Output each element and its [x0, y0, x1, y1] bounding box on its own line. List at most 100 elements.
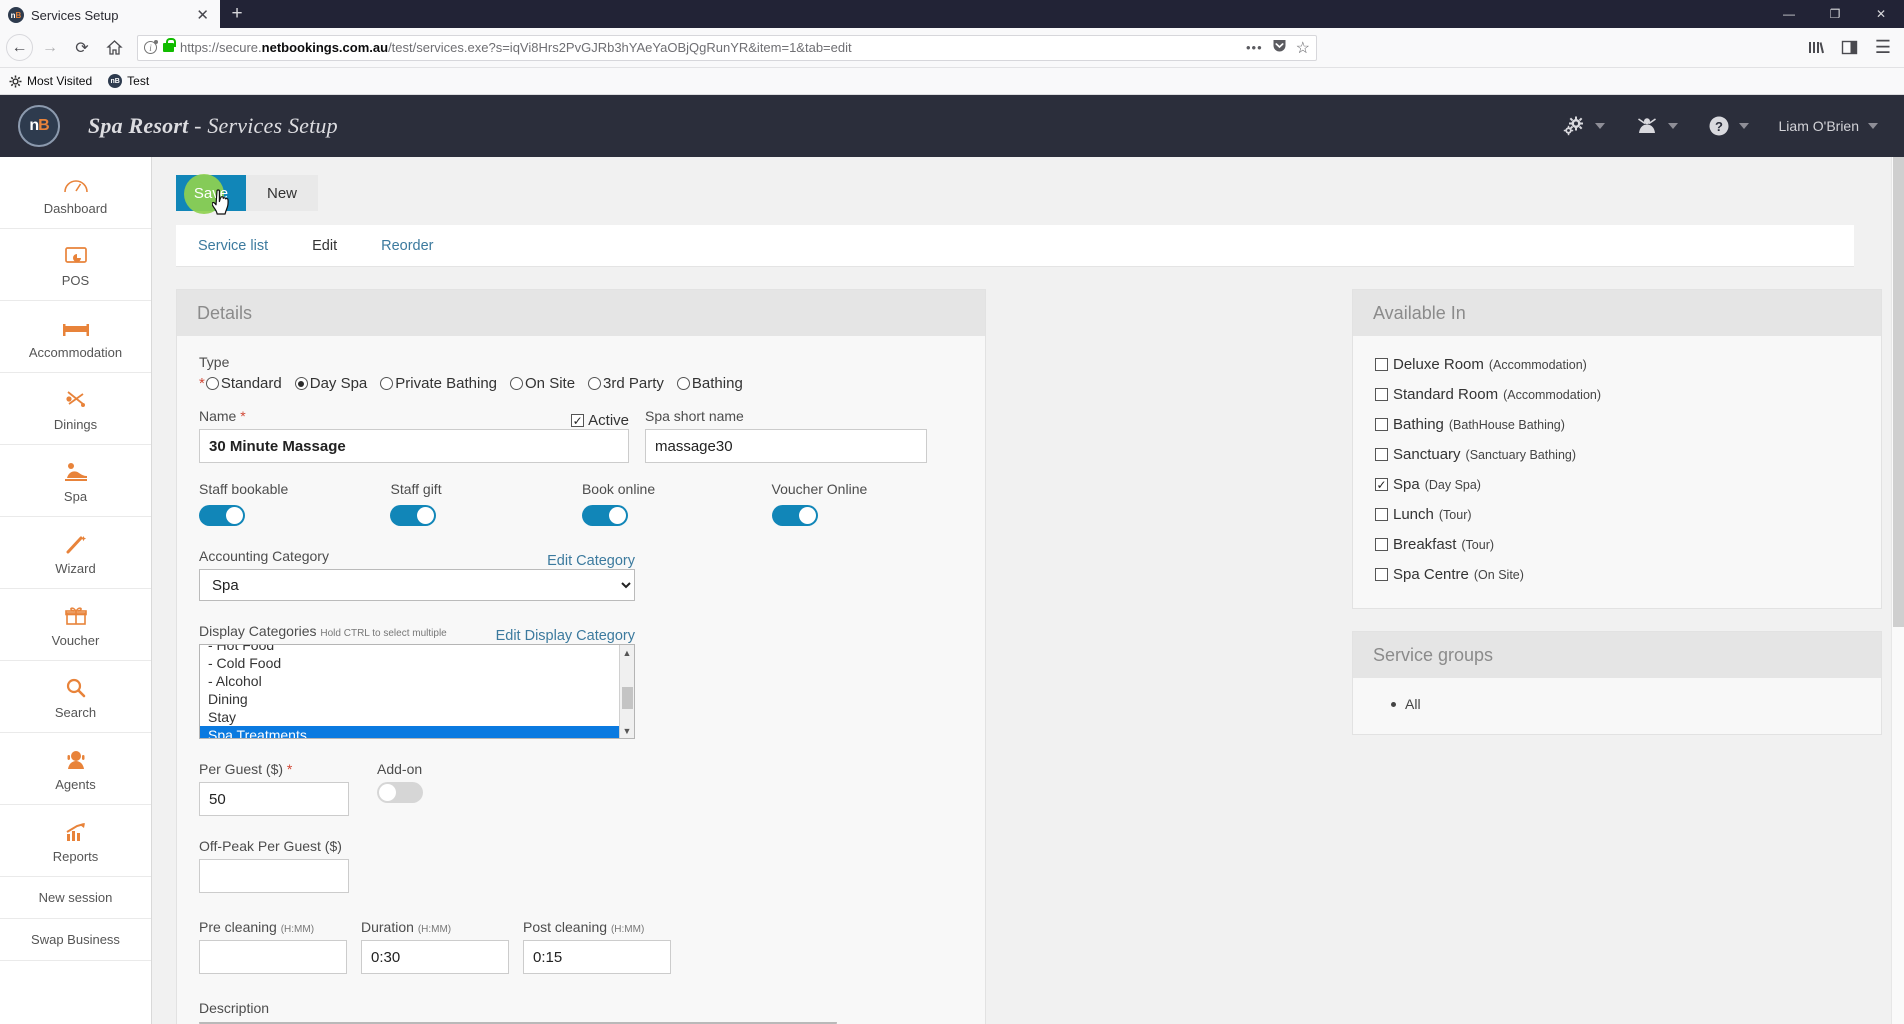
sidebar-item-swap-business[interactable]: Swap Business — [0, 919, 151, 961]
book-online-toggle[interactable] — [581, 505, 628, 526]
save-button[interactable]: Save — [176, 174, 246, 215]
name-input[interactable] — [199, 429, 629, 463]
pre-cleaning-label: Pre cleaning (H:MM) — [199, 919, 315, 935]
scrollbar-thumb[interactable] — [622, 687, 633, 709]
list-item[interactable]: Dining — [200, 690, 634, 708]
sidebar-item-agents[interactable]: Agents — [0, 733, 151, 805]
pocket-icon[interactable] — [1272, 38, 1287, 58]
per-guest-input[interactable] — [199, 782, 349, 816]
chevron-up-icon[interactable]: ▲ — [623, 645, 632, 660]
window-close-icon[interactable]: ✕ — [1858, 0, 1904, 28]
bookmarks-bar: Most Visited nB Test — [0, 68, 1904, 95]
address-bar[interactable]: i https://secure.netbookings.com.au/test… — [137, 34, 1317, 61]
list-item[interactable]: - Alcohol — [200, 672, 634, 690]
sidebar-item-spa[interactable]: Spa — [0, 445, 151, 517]
maximize-icon[interactable]: ❐ — [1812, 0, 1858, 28]
bookmark-test[interactable]: nB Test — [108, 74, 149, 88]
browser-navbar: ← → ⟳ i https://secure.netbookings.com.a… — [0, 28, 1904, 68]
listbox-scrollbar[interactable]: ▲ ▼ — [619, 645, 634, 738]
edit-display-category-link[interactable]: Edit Display Category — [496, 628, 635, 644]
sidebar-icon[interactable] — [1834, 33, 1864, 63]
avail-breakfast[interactable]: Breakfast (Tour) — [1375, 536, 1859, 553]
post-cleaning-input[interactable] — [523, 940, 671, 974]
sidebar-item-dashboard[interactable]: Dashboard — [0, 157, 151, 229]
more-actions-icon[interactable]: ••• — [1246, 40, 1263, 55]
list-item-selected[interactable]: Spa Treatments — [200, 726, 634, 738]
list-item[interactable]: - Hot Food — [200, 645, 634, 654]
avail-standard-room[interactable]: Standard Room (Accommodation) — [1375, 386, 1859, 403]
checkbox-icon — [1375, 388, 1388, 401]
sidebar-item-voucher[interactable]: Voucher — [0, 589, 151, 661]
list-item[interactable]: - Cold Food — [200, 654, 634, 672]
radio-on-site[interactable]: On Site — [510, 375, 575, 392]
radio-private-bathing[interactable]: Private Bathing — [380, 375, 497, 392]
forward-icon[interactable]: → — [35, 33, 65, 63]
staff-menu[interactable] — [1635, 115, 1678, 137]
addon-label: Add-on — [377, 761, 423, 777]
radio-day-spa[interactable]: Day Spa — [294, 375, 367, 392]
radio-bathing[interactable]: Bathing — [676, 375, 743, 392]
offpeak-row: Off-Peak Per Guest ($) — [199, 838, 963, 893]
radio-standard[interactable]: Standard — [205, 375, 282, 392]
avail-sanctuary[interactable]: Sanctuary (Sanctuary Bathing) — [1375, 446, 1859, 463]
short-name-input[interactable] — [645, 429, 927, 463]
accounting-category-select[interactable]: Spa — [199, 569, 635, 601]
avail-spa-centre[interactable]: Spa Centre (On Site) — [1375, 566, 1859, 583]
user-menu[interactable]: Liam O'Brien — [1779, 118, 1878, 134]
duration-input[interactable] — [361, 940, 509, 974]
avail-sub: (On Site) — [1473, 567, 1524, 582]
page-scrollbar[interactable] — [1891, 157, 1904, 1024]
details-panel-body: Type * Standard Day Spa Private Bathing … — [177, 336, 985, 1024]
staff-gift-toggle[interactable] — [390, 505, 437, 526]
addon-toggle[interactable] — [377, 782, 423, 803]
reload-icon[interactable]: ⟳ — [67, 33, 97, 63]
scrollbar-thumb[interactable] — [1893, 157, 1904, 627]
sidebar-item-search[interactable]: Search — [0, 661, 151, 733]
avail-sub: (Accommodation) — [1488, 357, 1587, 372]
sidebar-item-new-session[interactable]: New session — [0, 877, 151, 919]
tab-edit[interactable]: Edit — [290, 225, 359, 266]
sidebar-item-accommodation[interactable]: Accommodation — [0, 301, 151, 373]
sidebar-item-reports[interactable]: Reports — [0, 805, 151, 877]
edit-category-link[interactable]: Edit Category — [547, 553, 635, 569]
new-button[interactable]: New — [246, 175, 318, 211]
tab-service-list[interactable]: Service list — [176, 225, 290, 266]
app-body: Dashboard POS Accommodation Dinings Spa … — [0, 157, 1904, 1024]
avail-spa[interactable]: ✓ Spa (Day Spa) — [1375, 476, 1859, 493]
avail-deluxe-room[interactable]: Deluxe Room (Accommodation) — [1375, 356, 1859, 373]
chevron-down-icon[interactable]: ▼ — [623, 723, 632, 738]
sidebar-item-label: Voucher — [51, 633, 100, 648]
minimize-icon[interactable]: — — [1766, 0, 1812, 28]
sidebar-item-pos[interactable]: POS — [0, 229, 151, 301]
settings-menu[interactable] — [1562, 115, 1605, 137]
close-icon[interactable]: ✕ — [193, 8, 212, 23]
sidebar-item-dinings[interactable]: Dinings — [0, 373, 151, 445]
offpeak-label: Off-Peak Per Guest ($) — [199, 838, 342, 854]
browser-tab[interactable]: nB Services Setup ✕ — [0, 0, 220, 28]
user-icon — [1635, 115, 1659, 137]
list-item[interactable]: Stay — [200, 708, 634, 726]
home-icon[interactable] — [99, 33, 129, 63]
bookmark-most-visited[interactable]: Most Visited — [8, 74, 92, 88]
avail-bathing[interactable]: Bathing (BathHouse Bathing) — [1375, 416, 1859, 433]
display-categories-listbox[interactable]: - Hot Food - Cold Food - Alcohol Dining … — [199, 644, 635, 739]
help-menu[interactable]: ? — [1708, 115, 1749, 137]
back-icon[interactable]: ← — [6, 34, 33, 61]
pre-cleaning-input[interactable] — [199, 940, 347, 974]
voucher-online-toggle[interactable] — [771, 505, 818, 526]
tab-reorder[interactable]: Reorder — [359, 225, 455, 266]
book-online-label: Book online — [581, 481, 656, 497]
sidebar-item-wizard[interactable]: Wizard — [0, 517, 151, 589]
staff-bookable-toggle[interactable] — [199, 505, 245, 526]
library-icon[interactable] — [1800, 33, 1830, 63]
new-tab-button[interactable]: + — [220, 0, 254, 28]
page-info-icon[interactable]: i — [144, 40, 158, 54]
active-checkbox[interactable]: ✓ Active — [571, 412, 629, 429]
avail-label: Sanctuary — [1393, 446, 1461, 463]
avail-lunch[interactable]: Lunch (Tour) — [1375, 506, 1859, 523]
radio-3rd-party[interactable]: 3rd Party — [588, 375, 664, 392]
menu-icon[interactable]: ☰ — [1868, 33, 1898, 63]
offpeak-input[interactable] — [199, 859, 349, 893]
bookmark-star-icon[interactable]: ☆ — [1296, 38, 1310, 58]
avail-sub: (Sanctuary Bathing) — [1465, 447, 1577, 462]
